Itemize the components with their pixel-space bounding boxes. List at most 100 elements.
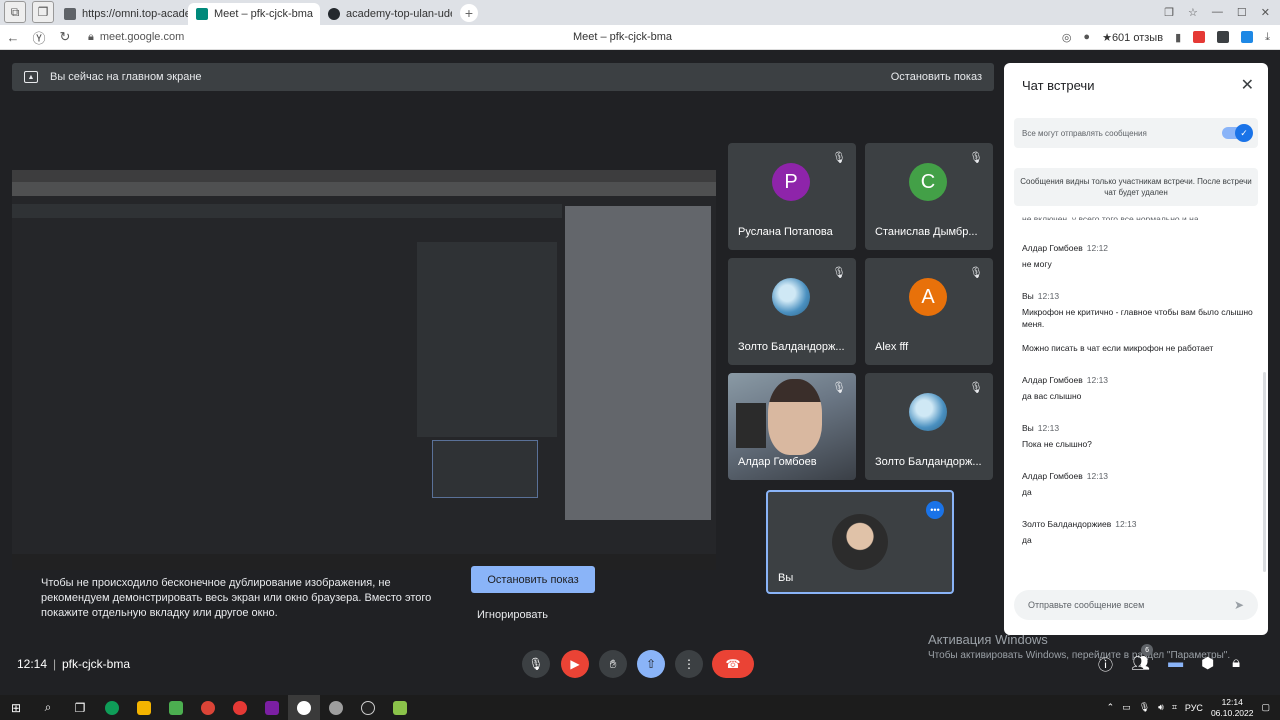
self-name: Вы [778,572,794,584]
address-bar: ← Ⓨ ↻ 🔒︎ meet.google.com Meet – pfk-cjck… [0,25,1280,50]
toggle-label: Все могут отправлять сообщения [1022,128,1147,138]
message-time: 12:13 [1037,423,1060,433]
chevron-up-icon[interactable]: ⌃ [1107,702,1115,713]
lock-icon: 🔒︎ [88,30,94,43]
search-icon[interactable]: ⌕ [32,695,64,720]
translate-icon[interactable] [1241,31,1254,43]
explorer-icon[interactable] [128,695,160,720]
language-indicator[interactable]: РУС [1185,703,1203,713]
more-options-button[interactable]: ⋮ [675,650,703,678]
message-time: 12:13 [1115,519,1137,529]
chat-scrollbar[interactable] [1263,372,1266,572]
tab-actions-icon[interactable]: ⧉ [4,1,26,23]
yandex-browser-icon[interactable] [288,695,320,720]
chat-panel: Чат встречи ✕ Все могут отправлять сообщ… [1004,63,1268,635]
chat-icon[interactable]: ▬ [1168,654,1183,675]
tab-omni[interactable]: https://omni.top-academ [56,3,188,25]
chat-message: Золто Балдандоржиев 12:13 да [1022,518,1258,546]
stop-sharing-button[interactable]: Остановить показ [471,566,595,593]
maximize-icon[interactable]: ☐ [1237,6,1247,19]
people-icon[interactable]: 👥︎ 6 [1131,644,1154,675]
yandex-app-icon[interactable] [224,695,256,720]
participant-name: Золто Балдандорж... [875,456,982,468]
preview-banner [12,204,562,218]
leave-call-button[interactable]: ☎︎ [712,650,754,678]
close-chat-icon[interactable]: ✕ [1241,75,1254,95]
message-text: да [1022,535,1032,545]
app-icon[interactable] [320,695,352,720]
message-text: Пока не слышно? [1022,439,1092,449]
self-tile[interactable]: ••• Вы [766,490,954,594]
participant-video-tile[interactable]: 🎙︎ Алдар Гомбоев [728,373,856,480]
volume-icon[interactable]: 🔊︎ [1158,702,1164,713]
microphone-button[interactable]: 🎙︎ [522,650,550,678]
store-icon[interactable] [160,695,192,720]
participant-tile[interactable]: 🎙︎ A Alex fff [865,258,993,365]
bookmark-page-icon[interactable]: ▮ [1175,31,1181,44]
extension-icon[interactable] [1217,31,1230,43]
url-field[interactable]: 🔒︎ meet.google.com [88,31,184,44]
info-icon[interactable]: ⓘ [1098,654,1113,675]
yandex-icon[interactable]: Ⓨ [26,28,52,47]
bookmark-icon[interactable]: ☆ [1188,6,1198,19]
taskbar-clock[interactable]: 12:14 06.10.2022 [1211,697,1254,719]
clock-time: 12:14 [1221,696,1243,707]
microphone-tray-icon[interactable]: 🎙︎ [1139,702,1150,713]
download-icon[interactable]: ⤓ [1265,31,1270,44]
task-view-icon[interactable]: ❐ [64,695,96,720]
chrome-icon[interactable] [192,695,224,720]
send-icon[interactable]: ➤ [1234,598,1244,612]
ignore-button[interactable]: Игнорировать [477,609,548,621]
back-icon[interactable]: ← [0,30,26,45]
vs-icon[interactable] [256,695,288,720]
allow-messages-switch[interactable]: ✓ [1222,124,1253,142]
camera-icon[interactable]: ◎ [1062,31,1072,44]
window-controls: ❐ ☆ — ☐ ✕ [1154,6,1280,25]
minimize-icon[interactable]: — [1212,6,1223,19]
mic-off-icon: 🎙︎ [832,267,846,279]
tab-github[interactable]: academy-top-ulan-ude-p [320,3,452,25]
notepad-icon[interactable] [384,695,416,720]
chat-message-input[interactable]: Отправьте сообщение всем ➤ [1014,590,1258,620]
participant-tile[interactable]: 🎙︎ C Станислав Дымбр... [865,143,993,250]
windows-taskbar: ⊞ ⌕ ❐ ⌃ ▭ 🎙︎ 🔊︎ ⌗ РУС 12:14 06.10.2022 ▢ [0,695,1280,720]
participant-name: Alex fff [875,341,909,353]
edge-icon[interactable] [96,695,128,720]
page-title: Meet – pfk-cjck-bma [573,31,673,43]
reload-icon[interactable]: ↻ [52,29,78,45]
obs-icon[interactable] [352,695,384,720]
start-icon[interactable]: ⊞ [0,695,32,720]
present-button[interactable]: ⇧ [637,650,665,678]
restore-icon[interactable]: ❐ [1164,6,1174,19]
notifications-icon[interactable]: ▢ [1261,702,1270,713]
presenting-banner: ▲ Вы сейчас на главном экране Остановить… [12,63,994,91]
hand-icon: ✋︎ [609,656,617,671]
mic-indicator-icon[interactable]: ● [1083,31,1090,43]
meeting-separator: | [53,657,57,671]
stop-presenting-link[interactable]: Остановить показ [891,71,982,83]
present-icon: ⇧ [645,657,657,671]
close-window-icon[interactable]: ✕ [1261,6,1270,19]
tab-favicon-icon [64,8,76,20]
mirror-warning-text: Чтобы не происходило бесконечное дублиро… [41,577,432,619]
new-tab-button[interactable]: + [460,4,478,22]
participant-tile[interactable]: 🎙︎ Золто Балдандорж... [728,258,856,365]
camera-off-button[interactable]: ▶ [561,650,589,678]
tab-meet[interactable]: Meet – pfk-cjck-bma ✕ [188,3,320,25]
reviews-badge[interactable]: ★601 отзыв [1102,31,1163,44]
participant-name: Руслана Потапова [738,226,833,238]
participant-tile[interactable]: 🎙︎ P Руслана Потапова [728,143,856,250]
adblock-icon[interactable] [1193,31,1206,43]
raise-hand-button[interactable]: ✋︎ [599,650,627,678]
chat-messages: не включен, у всего того все нормально и… [1022,213,1258,566]
message-text: да [1022,487,1032,497]
banner-text: Вы сейчас на главном экране [50,71,202,83]
participant-tile[interactable]: 🎙︎ Золто Балдандорж... [865,373,993,480]
battery-icon[interactable]: ▭ [1122,702,1131,713]
network-icon[interactable]: ⌗ [1172,702,1177,713]
message-text: да вас слышно [1022,391,1082,401]
collections-icon[interactable]: ❐ [32,1,54,23]
activities-icon[interactable]: ⬢ [1201,654,1214,675]
tab-label: academy-top-ulan-ude-p [346,8,452,20]
host-controls-icon[interactable]: 🔒︎ [1232,654,1240,675]
